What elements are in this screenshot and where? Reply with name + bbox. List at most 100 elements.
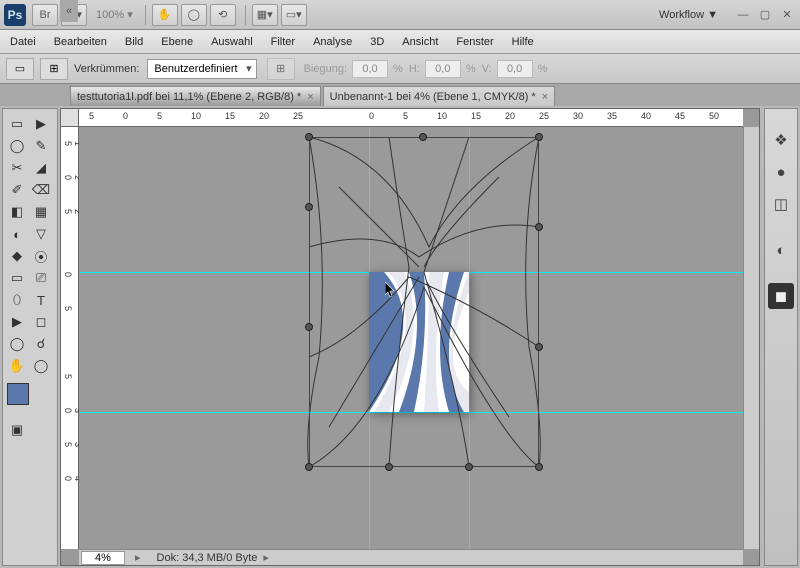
warp-handle[interactable] (535, 463, 543, 471)
channels-panel-icon[interactable]: ● (768, 159, 794, 185)
adjustments-panel-icon[interactable]: ◐ (768, 237, 794, 263)
close-button[interactable]: ✕ (778, 8, 796, 22)
ruler-origin[interactable] (61, 109, 79, 127)
layers-panel-icon[interactable]: ❖ (768, 127, 794, 153)
document-tab-1[interactable]: testtutoria1l.pdf bei 11,1% (Ebene 2, RG… (70, 86, 321, 106)
h-label: H: (409, 63, 420, 75)
zoom-display[interactable]: 100% ▾ (96, 8, 133, 21)
hand-tool-button[interactable]: ✋ (152, 4, 178, 26)
menu-analyse[interactable]: Analyse (313, 36, 352, 48)
path-tool[interactable]: ▶ (5, 311, 29, 333)
screen-mode-button[interactable]: ▭▾ (281, 4, 307, 26)
workspace: ▭▶ ◯✎ ✂◢ ✐⌫ ◧▦ ◐▽ ◆⦿ ▭⎚ ⬯T ▶◻ ◯☌ ✋◯ ▣ 50… (0, 106, 800, 568)
brush-tool[interactable]: ◧ (5, 201, 29, 223)
tab-label: testtutoria1l.pdf bei 11,1% (Ebene 2, RG… (77, 91, 301, 103)
warp-handle[interactable] (535, 343, 543, 351)
foreground-color[interactable] (7, 383, 29, 405)
document-info[interactable]: Dok: 34,3 MB/0 Byte (157, 552, 258, 564)
menu-filter[interactable]: Filter (271, 36, 295, 48)
count-tool[interactable]: ☌ (29, 333, 53, 355)
warp-grid-icon[interactable]: ⊞ (40, 58, 68, 80)
minimize-button[interactable]: — (734, 8, 752, 22)
warp-handle[interactable] (535, 133, 543, 141)
rotate-view-button[interactable]: ⟲ (210, 4, 236, 26)
zoom-tool-button[interactable]: ◯ (181, 4, 207, 26)
wand-tool[interactable]: ✎ (29, 135, 53, 157)
zoom-input[interactable]: 4% (81, 551, 125, 565)
bridge-button[interactable]: Br (32, 4, 58, 26)
menu-auswahl[interactable]: Auswahl (211, 36, 253, 48)
options-bar: ▭ ⊞ Verkrümmen: Benutzerdefiniert ⊞ Bieg… (0, 54, 800, 84)
zoom-tool[interactable]: ◯ (29, 355, 53, 377)
notes-tool[interactable]: ◯ (5, 333, 29, 355)
info-icon[interactable]: ▸ (135, 551, 141, 564)
lasso-tool[interactable]: ◯ (5, 135, 29, 157)
sponge-tool[interactable]: ⎚ (29, 267, 53, 289)
warp-orient-icon[interactable]: ⊞ (267, 58, 295, 80)
title-bar: Ps Br ▦▾ 100% ▾ ✋ ◯ ⟲ ▦▾ ▭▾ Workflow ▼ —… (0, 0, 800, 30)
tab-label: Unbenannt-1 bei 4% (Ebene 1, CMYK/8) * (330, 91, 536, 103)
arrange-button[interactable]: ▦▾ (252, 4, 278, 26)
warp-handle[interactable] (535, 223, 543, 231)
transform-bounding-box[interactable] (309, 137, 539, 467)
warp-handle[interactable] (305, 203, 313, 211)
quickmask-toggle[interactable]: ▣ (5, 419, 29, 441)
tab-close-icon[interactable]: × (307, 91, 313, 103)
v-label: V: (482, 63, 492, 75)
document-tabbar: « testtutoria1l.pdf bei 11,1% (Ebene 2, … (0, 84, 800, 106)
slice-tool[interactable]: ◢ (29, 157, 53, 179)
workspace-selector[interactable]: Workflow ▼ (659, 9, 718, 21)
cursor-pointer (385, 282, 397, 298)
blur-tool[interactable]: ⦿ (29, 245, 53, 267)
maximize-button[interactable]: ▢ (756, 8, 774, 22)
document-tab-2[interactable]: Unbenannt-1 bei 4% (Ebene 1, CMYK/8) * × (323, 86, 556, 106)
dodge-tool[interactable]: ▭ (5, 267, 29, 289)
menu-bild[interactable]: Bild (125, 36, 143, 48)
move-tool[interactable]: ▶ (29, 113, 53, 135)
vertical-scrollbar[interactable] (743, 127, 759, 549)
warp-preset-select[interactable]: Benutzerdefiniert (147, 59, 256, 79)
status-bar: 4% ▸ Dok: 34,3 MB/0 Byte ▸ (79, 549, 743, 565)
vertical-ruler[interactable]: 152025055303540 (61, 127, 79, 549)
warp-handle[interactable] (465, 463, 473, 471)
type-tool[interactable]: T (29, 289, 53, 311)
stamp-tool[interactable]: ▦ (29, 201, 53, 223)
heal-tool[interactable]: ⌫ (29, 179, 53, 201)
toolbox: ▭▶ ◯✎ ✂◢ ✐⌫ ◧▦ ◐▽ ◆⦿ ▭⎚ ⬯T ▶◻ ◯☌ ✋◯ ▣ (2, 108, 58, 566)
crop-tool[interactable]: ✂ (5, 157, 29, 179)
warp-handle[interactable] (385, 463, 393, 471)
tab-scroll-left[interactable]: « (60, 0, 78, 22)
warp-handle[interactable] (305, 133, 313, 141)
warp-label: Verkrümmen: (74, 63, 139, 75)
menu-datei[interactable]: Datei (10, 36, 36, 48)
menu-bar: Datei Bearbeiten Bild Ebene Auswahl Filt… (0, 30, 800, 54)
gradient-tool[interactable]: ◆ (5, 245, 29, 267)
pen-tool[interactable]: ⬯ (5, 289, 29, 311)
horizontal-ruler[interactable]: 5051015202505101520253035404550 (79, 109, 743, 127)
warp-handle[interactable] (419, 133, 427, 141)
shape-tool[interactable]: ◻ (29, 311, 53, 333)
h-field[interactable]: 0,0 (425, 60, 461, 78)
warp-tool-icon[interactable]: ▭ (6, 58, 34, 80)
paths-panel-icon[interactable]: ◫ (768, 191, 794, 217)
menu-ebene[interactable]: Ebene (161, 36, 193, 48)
menu-3d[interactable]: 3D (370, 36, 384, 48)
warp-handle[interactable] (305, 463, 313, 471)
canvas-viewport[interactable] (79, 127, 743, 549)
menu-ansicht[interactable]: Ansicht (402, 36, 438, 48)
tab-close-icon[interactable]: × (542, 91, 548, 103)
menu-hilfe[interactable]: Hilfe (512, 36, 534, 48)
marquee-tool[interactable]: ▭ (5, 113, 29, 135)
hand-tool[interactable]: ✋ (5, 355, 29, 377)
swatches-panel-icon[interactable]: ◼ (768, 283, 794, 309)
v-field[interactable]: 0,0 (497, 60, 533, 78)
menu-fenster[interactable]: Fenster (456, 36, 493, 48)
eraser-tool[interactable]: ▽ (29, 223, 53, 245)
warp-handle[interactable] (305, 323, 313, 331)
menu-bearbeiten[interactable]: Bearbeiten (54, 36, 107, 48)
bend-field[interactable]: 0,0 (352, 60, 388, 78)
eyedropper-tool[interactable]: ✐ (5, 179, 29, 201)
history-brush-tool[interactable]: ◐ (5, 223, 29, 245)
app-logo: Ps (4, 4, 26, 26)
info-chevron-icon[interactable]: ▸ (263, 551, 269, 564)
